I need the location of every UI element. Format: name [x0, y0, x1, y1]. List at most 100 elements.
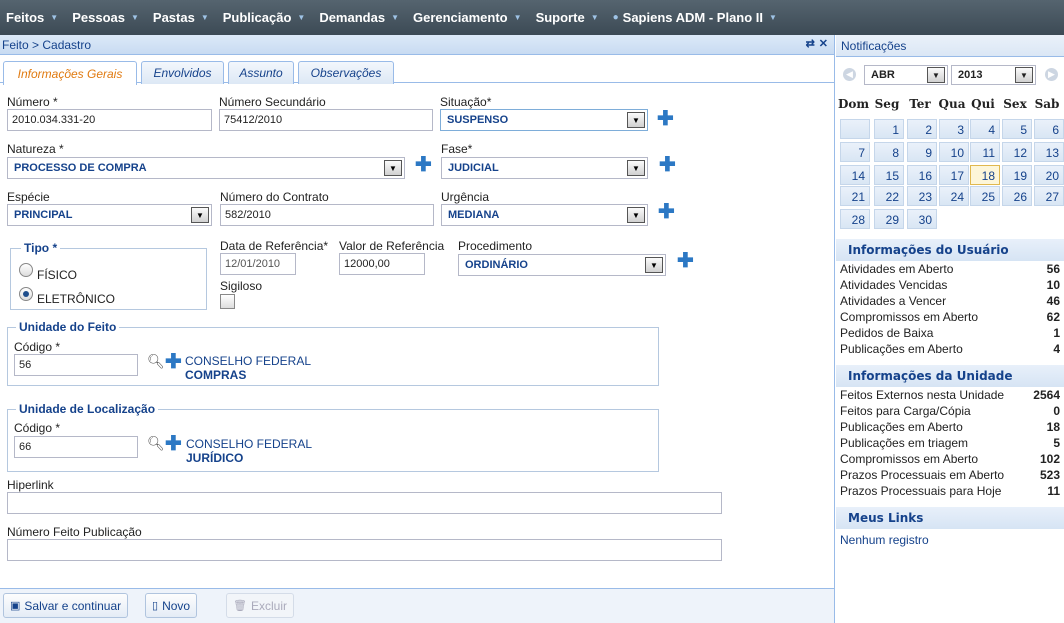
fase-select[interactable]: JUDICIAL ▼	[441, 157, 648, 179]
menu-feitos[interactable]: Feitos ▼	[6, 10, 58, 25]
new-button[interactable]: ▯ Novo	[145, 593, 198, 618]
add-unidade-feito-icon[interactable]: ✚	[165, 352, 182, 372]
stat-row[interactable]: Atividades Vencidas 10	[840, 278, 1060, 294]
calendar-day[interactable]: 30	[907, 209, 937, 229]
calendar-day[interactable]: 11	[970, 142, 1000, 162]
chevron-down-icon[interactable]: ▼	[384, 160, 402, 176]
stat-row[interactable]: Pedidos de Baixa 1	[840, 326, 1060, 342]
numero-feito-publicacao-input[interactable]	[7, 539, 722, 561]
calendar-day[interactable]: 6	[1034, 119, 1064, 139]
search-icon[interactable]: 🔍︎	[147, 353, 165, 370]
menu-pastas[interactable]: Pastas ▼	[153, 10, 209, 25]
chevron-down-icon[interactable]: ▼	[191, 207, 209, 223]
data-referencia-input[interactable]: 12/01/2010	[220, 253, 296, 275]
calendar-day[interactable]: 7	[840, 142, 870, 162]
delete-button[interactable]: 🗑︎ Excluir	[226, 593, 294, 618]
calendar-day[interactable]: 5	[1002, 119, 1032, 139]
stat-row[interactable]: Prazos Processuais para Hoje 11	[840, 484, 1060, 500]
natureza-select[interactable]: PROCESSO DE COMPRA ▼	[7, 157, 405, 179]
menu-demandas[interactable]: Demandas ▼	[319, 10, 399, 25]
calendar-day[interactable]: 2	[907, 119, 937, 139]
sigiloso-checkbox[interactable]	[220, 294, 235, 309]
stat-row[interactable]: Publicações em Aberto 4	[840, 342, 1060, 358]
tab-observacoes[interactable]: Observações	[298, 61, 394, 84]
stat-row[interactable]: Feitos para Carga/Cópia 0	[840, 404, 1060, 420]
stat-row[interactable]: Atividades em Aberto 56	[840, 262, 1060, 278]
numero-contrato-input[interactable]: 582/2010	[220, 204, 434, 226]
chevron-down-icon[interactable]: ▼	[927, 67, 945, 83]
calendar-day[interactable]: 21	[840, 186, 870, 206]
add-urgencia-icon[interactable]: ✚	[658, 202, 675, 222]
menu-gerenciamento[interactable]: Gerenciamento ▼	[413, 10, 522, 25]
calendar-day[interactable]: 14	[840, 165, 870, 185]
menu-publicacao[interactable]: Publicação ▼	[223, 10, 306, 25]
chevron-down-icon[interactable]: ▼	[627, 207, 645, 223]
calendar-day[interactable]: 28	[840, 209, 870, 229]
calendar-day[interactable]: 15	[874, 165, 904, 185]
prev-month-icon[interactable]: ◀	[843, 68, 856, 81]
calendar-day[interactable]: 17	[939, 165, 969, 185]
chevron-down-icon[interactable]: ▼	[1015, 67, 1033, 83]
add-procedimento-icon[interactable]: ✚	[677, 251, 694, 271]
stat-row[interactable]: Publicações em Aberto 18	[840, 420, 1060, 436]
stat-row[interactable]: Feitos Externos nesta Unidade 2564	[840, 388, 1060, 404]
stat-row[interactable]: Publicações em triagem 5	[840, 436, 1060, 452]
calendar-day[interactable]: 25	[970, 186, 1000, 206]
calendar-day[interactable]: 20	[1034, 165, 1064, 185]
calendar-day[interactable]: 16	[907, 165, 937, 185]
menu-pessoas[interactable]: Pessoas ▼	[72, 10, 139, 25]
close-icon[interactable]: ✕	[819, 37, 828, 50]
search-icon[interactable]: 🔍︎	[147, 435, 165, 452]
chevron-down-icon[interactable]: ▼	[627, 112, 645, 128]
calendar-day[interactable]: 12	[1002, 142, 1032, 162]
radio-fisico[interactable]	[19, 263, 33, 277]
add-fase-icon[interactable]: ✚	[659, 155, 676, 175]
add-natureza-icon[interactable]: ✚	[415, 155, 432, 175]
stat-row[interactable]: Prazos Processuais em Aberto 523	[840, 468, 1060, 484]
menu-user[interactable]: ● Sapiens ADM - Plano II ▼	[613, 10, 777, 25]
calendar-day[interactable]: 27	[1034, 186, 1064, 206]
calendar-day[interactable]: 26	[1002, 186, 1032, 206]
stat-row[interactable]: Compromissos em Aberto 102	[840, 452, 1060, 468]
calendar-day[interactable]: 24	[939, 186, 969, 206]
save-continue-button[interactable]: ▣ Salvar e continuar	[3, 593, 129, 618]
unidade-localizacao-codigo-input[interactable]: 66	[14, 436, 138, 458]
hiperlink-input[interactable]	[7, 492, 722, 514]
calendar-day[interactable]: 13	[1034, 142, 1064, 162]
radio-eletronico[interactable]	[19, 287, 33, 301]
calendar-day[interactable]: 22	[874, 186, 904, 206]
calendar-day[interactable]: 29	[874, 209, 904, 229]
unidade-feito-codigo-input[interactable]: 56	[14, 354, 138, 376]
calendar-day[interactable]: 23	[907, 186, 937, 206]
calendar-day[interactable]: 19	[1002, 165, 1032, 185]
numero-input[interactable]: 2010.034.331-20	[7, 109, 212, 131]
calendar-day[interactable]: 1	[874, 119, 904, 139]
stat-value: 5	[1053, 436, 1060, 450]
restore-icon[interactable]: ⇄	[806, 37, 815, 50]
year-select[interactable]: 2013 ▼	[951, 65, 1036, 85]
tab-informacoes-gerais[interactable]: Informações Gerais	[3, 61, 137, 85]
stat-row[interactable]: Compromissos em Aberto 62	[840, 310, 1060, 326]
calendar-day-today[interactable]: 18	[970, 165, 1000, 185]
urgencia-select[interactable]: MEDIANA ▼	[441, 204, 648, 226]
menu-suporte[interactable]: Suporte ▼	[536, 10, 599, 25]
add-unidade-localizacao-icon[interactable]: ✚	[165, 434, 182, 454]
next-month-icon[interactable]: ▶	[1045, 68, 1058, 81]
valor-referencia-input[interactable]: 12000,00	[339, 253, 425, 275]
stat-row[interactable]: Atividades a Vencer 46	[840, 294, 1060, 310]
chevron-down-icon[interactable]: ▼	[627, 160, 645, 176]
procedimento-select[interactable]: ORDINÁRIO ▼	[458, 254, 666, 276]
situacao-select[interactable]: SUSPENSO ▼	[440, 109, 648, 131]
calendar-day[interactable]: 4	[970, 119, 1000, 139]
month-select[interactable]: ABR ▼	[864, 65, 948, 85]
calendar-day[interactable]: 9	[907, 142, 937, 162]
especie-select[interactable]: PRINCIPAL ▼	[7, 204, 212, 226]
tab-assunto[interactable]: Assunto	[228, 61, 294, 84]
numero-secundario-input[interactable]: 75412/2010	[219, 109, 433, 131]
calendar-day[interactable]: 3	[939, 119, 969, 139]
chevron-down-icon[interactable]: ▼	[645, 257, 663, 273]
calendar-day[interactable]: 10	[939, 142, 969, 162]
add-situacao-icon[interactable]: ✚	[657, 109, 674, 129]
calendar-day[interactable]: 8	[874, 142, 904, 162]
tab-envolvidos[interactable]: Envolvidos	[141, 61, 224, 84]
